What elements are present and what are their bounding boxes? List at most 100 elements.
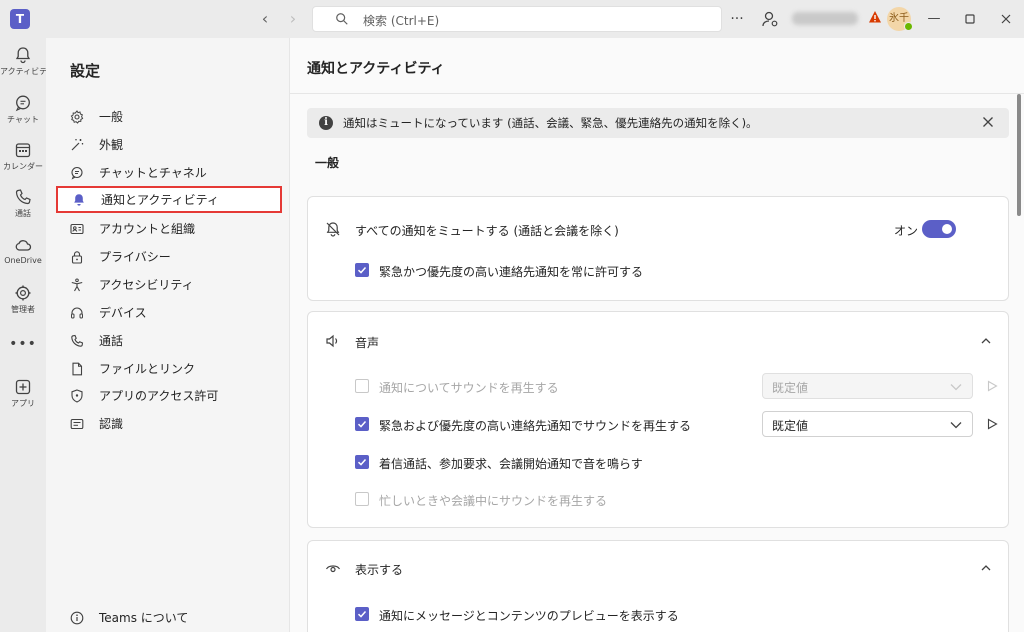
urgent-sound-select[interactable]: 既定値 — [762, 411, 973, 437]
rail-label: チャット — [7, 115, 39, 124]
nav-item-label: デバイス — [99, 306, 147, 320]
notification-sound-select[interactable]: 既定値 — [762, 373, 973, 399]
add-app-icon — [15, 379, 31, 395]
show-preview-checkbox[interactable] — [355, 607, 369, 621]
cloud-icon — [15, 240, 32, 251]
rail-item-admin[interactable]: 管理者 — [0, 284, 46, 328]
mute-all-label: すべての通知をミュートする (通話と会議を除く) — [355, 224, 619, 238]
display-settings-card: 表示する 通知にメッセージとコンテンツのプレビューを表示する — [307, 540, 1009, 632]
nav-item-notifications[interactable]: 通知とアクティビティ — [56, 186, 282, 213]
nav-item-label: アクセシビリティ — [99, 278, 194, 292]
scrollbar[interactable] — [1017, 94, 1022, 632]
rail-item-chat[interactable]: チャット — [0, 94, 46, 138]
rail-label: アプリ — [11, 399, 35, 408]
play-icon[interactable] — [986, 418, 998, 430]
minimize-icon[interactable]: — — [924, 9, 944, 29]
rail-item-calls[interactable]: 通話 — [0, 188, 46, 232]
rail-label: カレンダー — [3, 162, 43, 171]
page-header: 通知とアクティビティ — [290, 38, 1024, 94]
settings-main: 通知とアクティビティ i 通知はミュートになっています (通話、会議、緊急、優先… — [289, 38, 1024, 632]
select-value: 既定値 — [772, 381, 809, 395]
warning-icon[interactable] — [868, 10, 882, 24]
urgent-allow-label: 緊急かつ優先度の高い連絡先通知を常に許可する — [379, 265, 644, 279]
nav-item-general[interactable]: 一般 — [56, 103, 282, 130]
nav-item-files-links[interactable]: ファイルとリンク — [56, 355, 282, 382]
rail-label: アクティビティ — [0, 67, 55, 76]
nav-item-label: チャットとチャネル — [99, 166, 207, 180]
urgent-sound-checkbox[interactable] — [355, 417, 369, 431]
bell-icon — [74, 193, 84, 206]
nav-item-devices[interactable]: デバイス — [56, 299, 282, 326]
more-options-icon[interactable]: ··· — [727, 9, 747, 29]
chevron-down-icon — [950, 384, 962, 391]
account-name[interactable] — [792, 12, 858, 25]
urgent-sound-label: 緊急および優先度の高い連絡先通知でサウンドを再生する — [379, 419, 692, 433]
presence-status-icon — [904, 22, 913, 31]
rail-item-apps[interactable]: アプリ — [0, 378, 46, 422]
phone-icon — [71, 334, 84, 347]
rail-item-activity[interactable]: アクティビティ — [0, 46, 55, 90]
search-placeholder: 検索 (Ctrl+E) — [363, 14, 440, 28]
nav-item-calls[interactable]: 通話 — [56, 327, 282, 354]
play-notification-sound-checkbox[interactable] — [355, 379, 369, 393]
busy-sound-label: 忙しいときや会議中にサウンドを再生する — [379, 494, 608, 508]
eye-icon — [325, 565, 341, 573]
nav-item-label: 認識 — [99, 417, 124, 431]
rail-item-onedrive[interactable]: OneDrive — [0, 236, 46, 280]
checkmark-icon — [357, 458, 367, 466]
chevron-up-icon[interactable] — [980, 335, 992, 347]
nav-item-app-permissions[interactable]: アプリのアクセス許可 — [56, 382, 282, 409]
people-settings-icon[interactable] — [760, 9, 780, 29]
incoming-call-sound-label: 着信通話、参加要求、会議開始通知で音を鳴らす — [379, 457, 643, 471]
toggle-knob — [942, 224, 952, 234]
title-bar: T ‹ › 検索 (Ctrl+E) ··· 氷千 — — [0, 0, 1024, 38]
headset-icon — [71, 307, 83, 318]
nav-item-appearance[interactable]: 外観 — [56, 131, 282, 158]
nav-item-accounts[interactable]: アカウントと組織 — [56, 215, 282, 242]
nav-item-accessibility[interactable]: アクセシビリティ — [56, 271, 282, 298]
info-icon: i — [319, 116, 333, 130]
nav-item-label: 通知とアクティビティ — [101, 193, 219, 207]
back-arrow-icon[interactable]: ‹ — [256, 9, 274, 29]
chevron-down-icon — [950, 422, 962, 429]
show-preview-label: 通知にメッセージとコンテンツのプレビューを表示する — [379, 609, 679, 623]
play-notification-sound-label: 通知についてサウンドを再生する — [379, 381, 559, 395]
close-window-icon[interactable] — [996, 9, 1016, 29]
checkmark-icon — [357, 266, 367, 274]
recognition-icon — [70, 418, 84, 429]
incoming-call-sound-checkbox[interactable] — [355, 455, 369, 469]
scrollbar-thumb[interactable] — [1017, 94, 1021, 216]
wand-icon — [71, 138, 84, 150]
checkmark-icon — [357, 420, 367, 428]
search-icon — [336, 13, 348, 25]
page-title: 通知とアクティビティ — [307, 61, 445, 77]
search-input[interactable]: 検索 (Ctrl+E) — [312, 6, 722, 32]
id-card-icon — [70, 223, 84, 234]
close-icon[interactable] — [981, 115, 995, 129]
nav-item-label: 一般 — [99, 110, 124, 124]
forward-arrow-icon[interactable]: › — [284, 9, 302, 29]
nav-item-label: アカウントと組織 — [99, 222, 196, 236]
bell-off-icon — [326, 222, 340, 237]
chevron-up-icon[interactable] — [980, 562, 992, 574]
rail-label: OneDrive — [4, 256, 42, 265]
mute-all-toggle[interactable] — [922, 220, 956, 238]
accessibility-icon — [71, 278, 83, 291]
rail-item-calendar[interactable]: カレンダー — [0, 141, 46, 185]
nav-item-label: Teams について — [99, 611, 189, 625]
checkmark-icon — [357, 610, 367, 618]
mute-settings-card: すべての通知をミュートする (通話と会議を除く) オン 緊急かつ優先度の高い連絡… — [307, 196, 1009, 301]
nav-item-label: アプリのアクセス許可 — [99, 389, 219, 403]
speaker-icon — [326, 334, 338, 348]
play-icon[interactable] — [986, 380, 998, 392]
nav-item-chat-channels[interactable]: チャットとチャネル — [56, 159, 282, 186]
busy-sound-checkbox[interactable] — [355, 492, 369, 506]
nav-item-about-teams[interactable]: Teams について — [56, 604, 282, 631]
more-apps-icon[interactable]: ••• — [0, 336, 46, 352]
nav-item-privacy[interactable]: プライバシー — [56, 243, 282, 270]
mute-info-banner: i 通知はミュートになっています (通話、会議、緊急、優先連絡先の通知を除く)。 — [307, 108, 1009, 138]
maximize-icon[interactable] — [960, 9, 980, 29]
select-value: 既定値 — [772, 419, 809, 433]
urgent-allow-checkbox[interactable] — [355, 263, 369, 277]
nav-item-recognition[interactable]: 認識 — [56, 410, 282, 437]
